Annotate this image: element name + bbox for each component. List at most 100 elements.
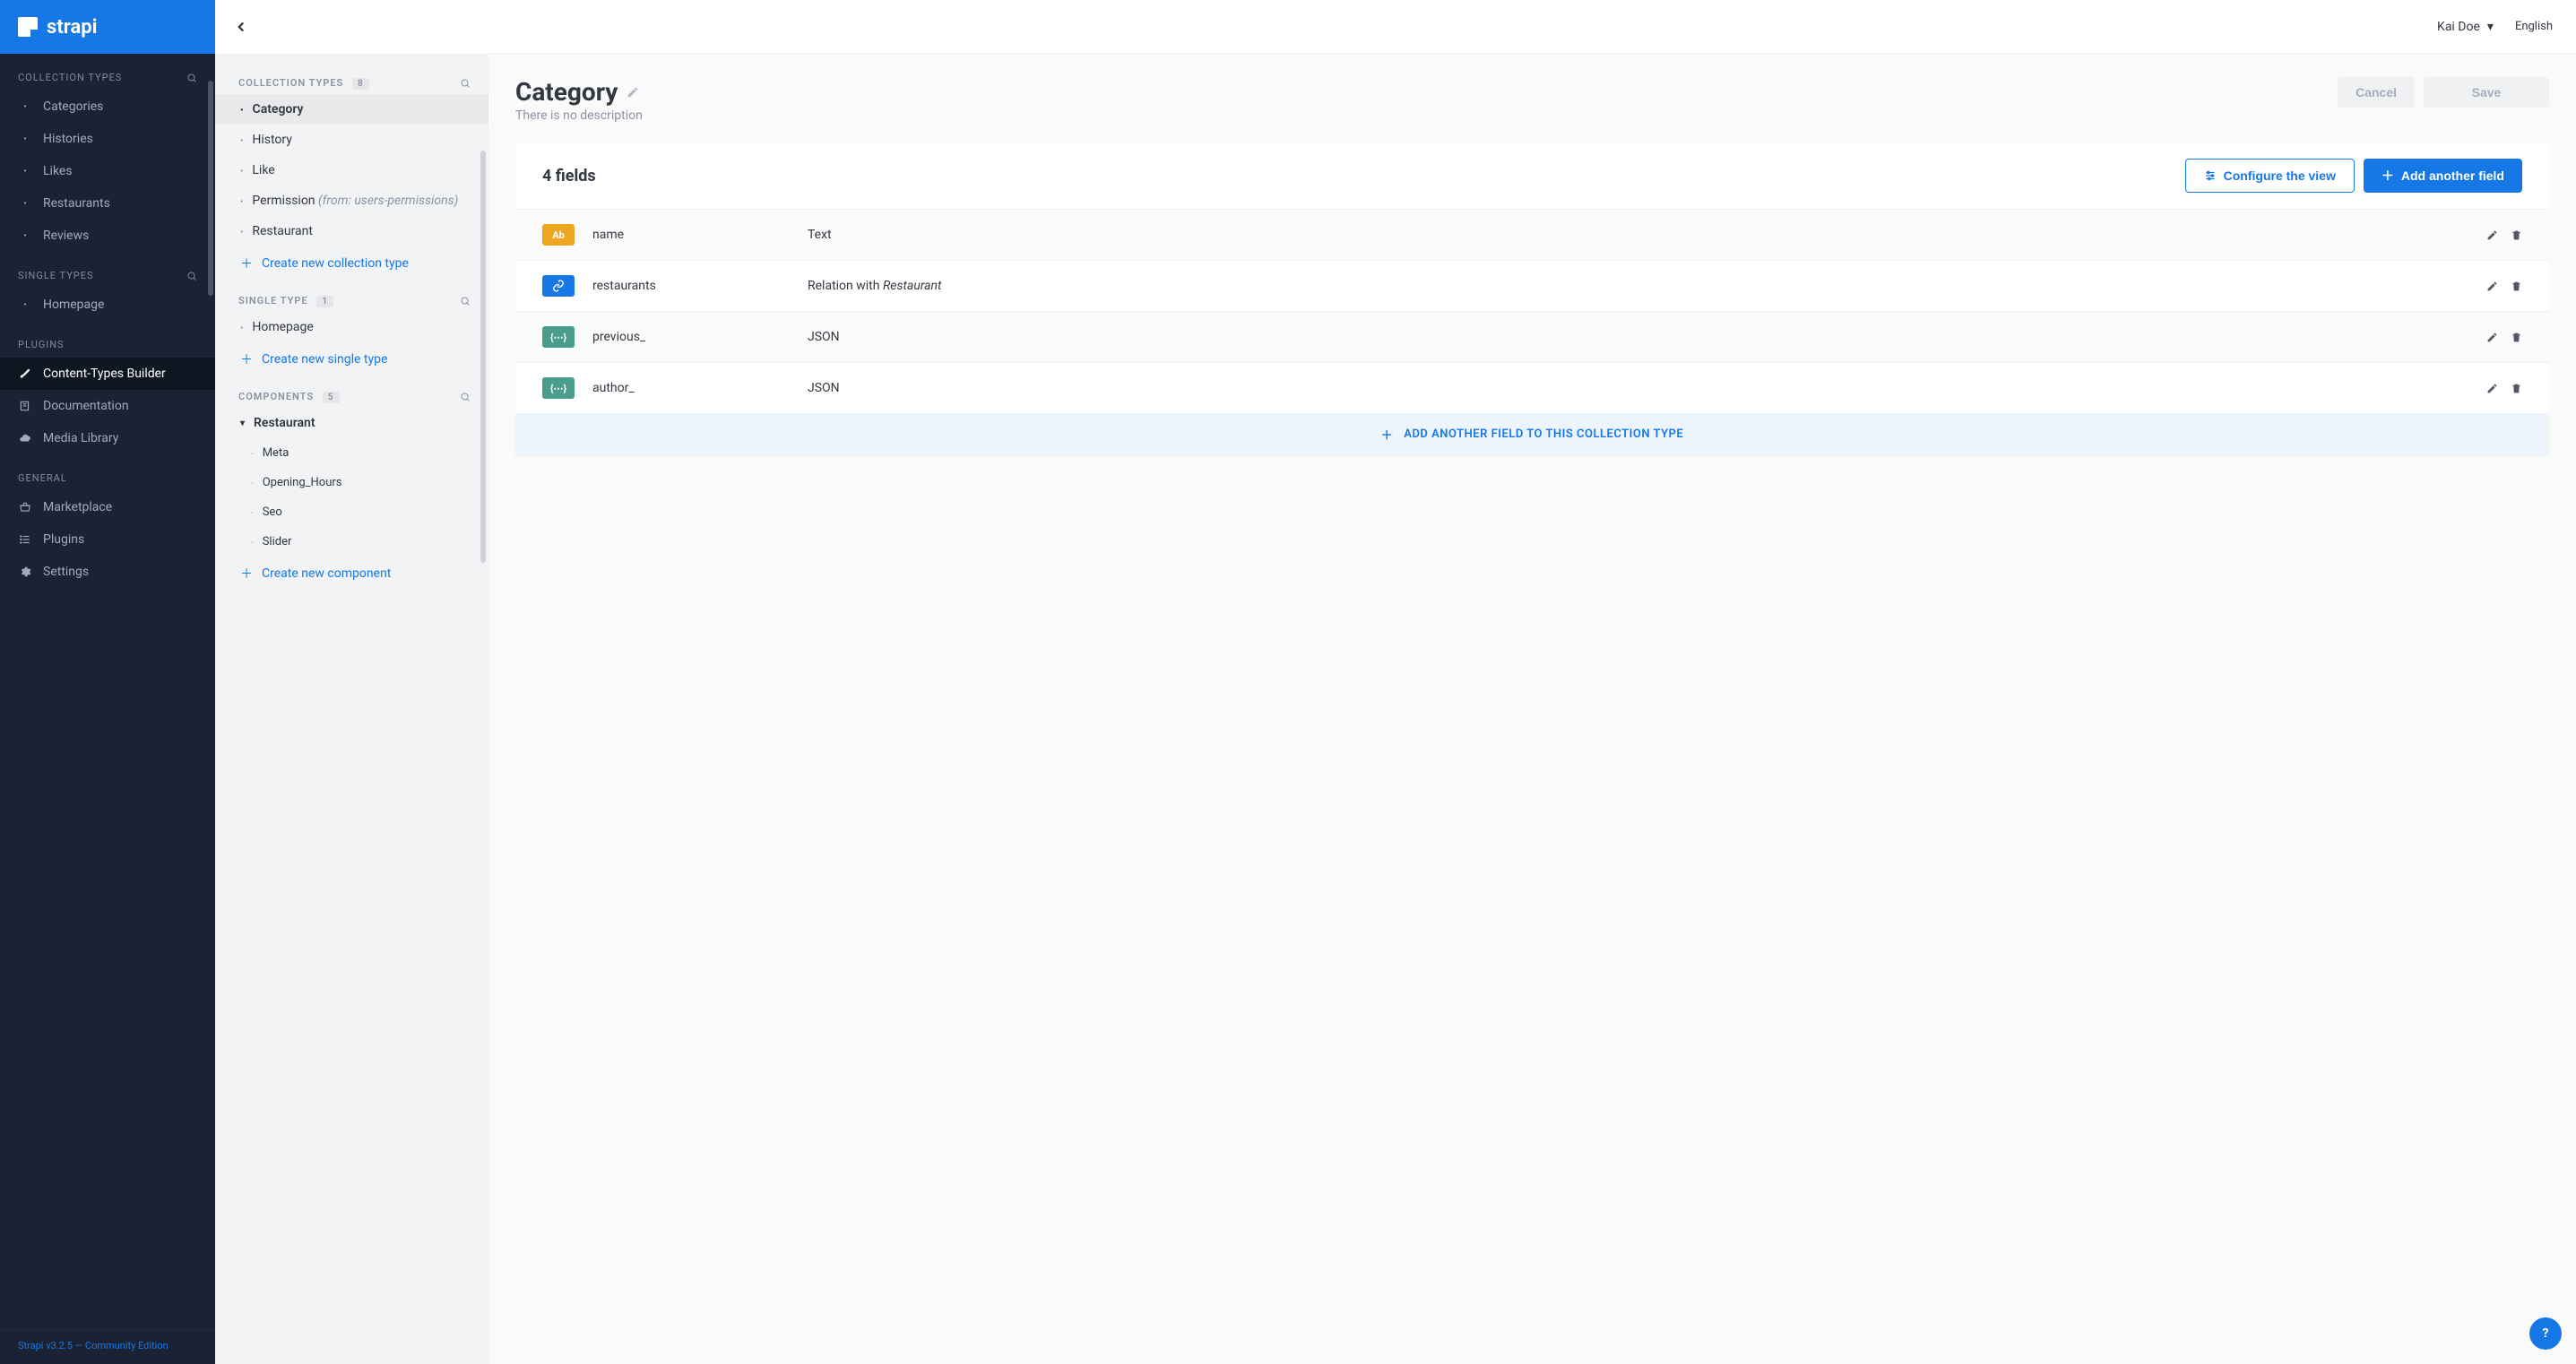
user-menu[interactable]: Kai Doe ▾ [2437, 20, 2494, 34]
strapi-logo-icon [18, 17, 38, 37]
page-title: Category [515, 77, 618, 107]
bullet-icon [251, 535, 254, 548]
brand-logo[interactable]: strapi [0, 0, 215, 54]
plus-icon: ＋ [240, 350, 253, 368]
create-component-button[interactable]: ＋Create new component [215, 557, 488, 591]
pencil-icon[interactable] [2486, 332, 2498, 343]
sidebar-item-homepage[interactable]: Homepage [0, 289, 215, 321]
sidebar-left: strapi COLLECTION TYPES Categories Histo… [0, 0, 215, 1364]
basket-icon [18, 501, 32, 514]
panel-section-collection-types: COLLECTION TYPES 8 [215, 63, 488, 94]
panel-topbar [215, 0, 488, 54]
pencil-icon[interactable] [2486, 229, 2498, 241]
panel-group-restaurant[interactable]: ▾Restaurant [215, 408, 488, 438]
panel-section-components: COMPONENTS 5 [215, 376, 488, 408]
panel-item-homepage[interactable]: Homepage [215, 312, 488, 342]
language-selector[interactable]: English [2515, 20, 2553, 33]
sidebar-item-plugins[interactable]: Plugins [0, 523, 215, 556]
page-header: Category There is no description Cancel … [515, 77, 2549, 123]
bullet-icon [18, 231, 32, 241]
trash-icon[interactable] [2511, 229, 2522, 241]
bullet-icon [240, 194, 243, 208]
count-badge: 1 [316, 296, 333, 307]
bullet-icon [18, 167, 32, 177]
sidebar-item-restaurants[interactable]: Restaurants [0, 187, 215, 220]
fields-count-title: 4 fields [542, 167, 596, 186]
bullet-icon [240, 320, 243, 334]
bullet-icon [18, 199, 32, 209]
sidebar-item-media-library[interactable]: Media Library [0, 422, 215, 454]
panel-item-permission[interactable]: Permission (from: users-permissions) [215, 186, 488, 216]
bullet-icon [251, 505, 254, 519]
trash-icon[interactable] [2511, 332, 2522, 343]
brand-name: strapi [47, 16, 97, 39]
search-icon[interactable] [460, 296, 471, 306]
search-icon[interactable] [186, 73, 197, 83]
field-name-label: previous_ [592, 330, 808, 344]
help-button[interactable]: ? [2529, 1317, 2562, 1350]
text-field-icon: Ab [542, 224, 575, 246]
sidebar-item-histories[interactable]: Histories [0, 123, 215, 155]
sidebar-left-scrollbar[interactable] [208, 81, 213, 296]
sidebar-item-settings[interactable]: Settings [0, 556, 215, 588]
page-subtitle: There is no description [515, 108, 643, 123]
sidebar-item-marketplace[interactable]: Marketplace [0, 491, 215, 523]
sidebar-section-single-types: SINGLE TYPES [0, 252, 215, 289]
plus-icon: ＋ [2382, 167, 2394, 185]
create-single-type-button[interactable]: ＋Create new single type [215, 342, 488, 376]
sidebar-section-general: GENERAL [0, 454, 215, 491]
secondary-panel: COLLECTION TYPES 8 Category History Like… [215, 0, 488, 1364]
field-row-name: Ab name Text [515, 209, 2549, 260]
chevron-down-icon: ▾ [240, 419, 245, 428]
field-name-label: restaurants [592, 279, 808, 293]
field-row-previous: {⋯} previous_ JSON [515, 311, 2549, 362]
sidebar-footer-version: Strapi v3.2.5 — Community Edition [0, 1330, 215, 1364]
bullet-icon [240, 224, 243, 238]
field-type-label: JSON [808, 330, 2486, 344]
cancel-button[interactable]: Cancel [2338, 77, 2415, 108]
trash-icon[interactable] [2511, 383, 2522, 394]
panel-item-restaurant[interactable]: Restaurant [215, 216, 488, 246]
pencil-icon[interactable] [2486, 281, 2498, 292]
panel-component-seo[interactable]: Seo [215, 497, 488, 527]
bullet-icon [240, 133, 243, 147]
pencil-icon[interactable] [2486, 383, 2498, 394]
panel-component-opening-hours[interactable]: Opening_Hours [215, 468, 488, 497]
back-chevron-icon[interactable] [233, 19, 249, 35]
create-collection-type-button[interactable]: ＋Create new collection type [215, 246, 488, 281]
configure-view-button[interactable]: Configure the view [2185, 159, 2355, 193]
panel-item-category[interactable]: Category [215, 94, 488, 125]
main-content: Kai Doe ▾ English Category There is no d… [488, 0, 2576, 1364]
panel-scrollbar[interactable] [480, 151, 486, 563]
field-type-label: JSON [808, 381, 2486, 395]
list-icon [18, 533, 32, 546]
pencil-icon[interactable] [627, 86, 639, 99]
plus-icon: ＋ [240, 565, 253, 583]
gear-icon [18, 565, 32, 578]
sidebar-item-categories[interactable]: Categories [0, 91, 215, 123]
field-type-label: Relation with Restaurant [808, 279, 2486, 293]
panel-body: COLLECTION TYPES 8 Category History Like… [215, 54, 488, 1364]
field-row-restaurants: restaurants Relation with Restaurant [515, 260, 2549, 311]
trash-icon[interactable] [2511, 281, 2522, 292]
add-field-button[interactable]: ＋ Add another field [2364, 159, 2522, 193]
plus-icon: ＋ [1381, 426, 1394, 443]
panel-section-single-type: SINGLE TYPE 1 [215, 281, 488, 312]
search-icon[interactable] [460, 78, 471, 89]
sidebar-section-plugins: PLUGINS [0, 321, 215, 358]
sidebar-item-content-types-builder[interactable]: Content-Types Builder [0, 358, 215, 390]
field-name-label: author_ [592, 381, 808, 395]
sidebar-item-likes[interactable]: Likes [0, 155, 215, 187]
panel-item-like[interactable]: Like [215, 155, 488, 186]
save-button[interactable]: Save [2424, 77, 2549, 108]
sidebar-item-documentation[interactable]: Documentation [0, 390, 215, 422]
search-icon[interactable] [186, 271, 197, 281]
search-icon[interactable] [460, 392, 471, 402]
add-field-row-button[interactable]: ＋ ADD ANOTHER FIELD TO THIS COLLECTION T… [515, 413, 2549, 455]
panel-component-meta[interactable]: Meta [215, 438, 488, 468]
panel-item-history[interactable]: History [215, 125, 488, 155]
bullet-icon [240, 163, 243, 177]
sidebar-item-reviews[interactable]: Reviews [0, 220, 215, 252]
panel-component-slider[interactable]: Slider [215, 527, 488, 557]
brush-icon [18, 367, 32, 380]
